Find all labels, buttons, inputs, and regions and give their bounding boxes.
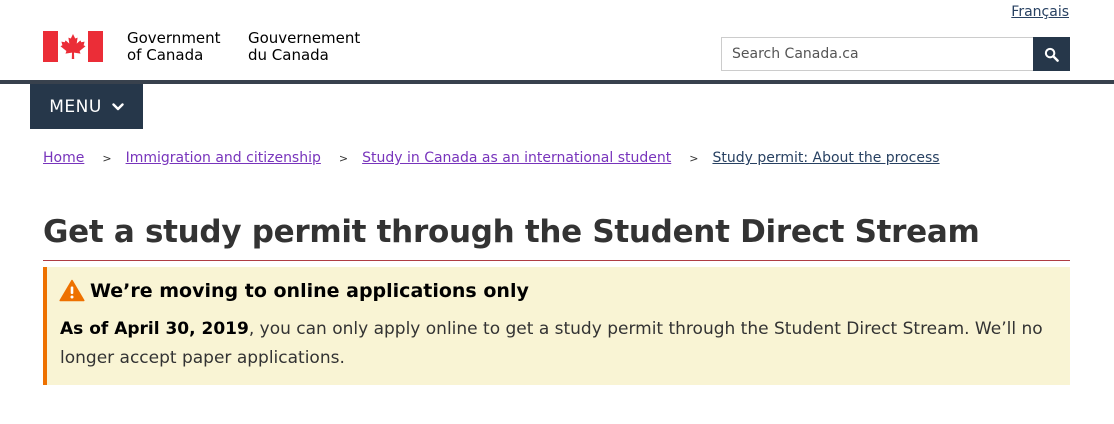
page-title: Get a study permit through the Student D… — [43, 214, 980, 250]
site-header: Government of Canada Gouvernement du Can… — [0, 0, 1114, 84]
breadcrumb-separator: > — [102, 151, 112, 165]
title-underline — [43, 260, 1070, 261]
warning-alert: We’re moving to online applications only… — [43, 267, 1070, 385]
search-input[interactable] — [721, 37, 1033, 71]
signature-french: Gouvernement du Canada — [248, 29, 361, 64]
breadcrumb-study-in-canada[interactable]: Study in Canada as an international stud… — [362, 150, 671, 166]
breadcrumb-immigration-citizenship[interactable]: Immigration and citizenship — [126, 150, 321, 166]
alert-date: As of April 30, 2019 — [60, 319, 249, 339]
search-icon — [1044, 47, 1059, 62]
breadcrumb-separator: > — [338, 151, 349, 165]
breadcrumb-separator: > — [689, 151, 699, 165]
breadcrumb: Home > Immigration and citizenship > Stu… — [43, 150, 940, 166]
breadcrumb-study-permit[interactable]: Study permit: About the process — [712, 150, 939, 166]
alert-title: We’re moving to online applications only — [90, 279, 529, 302]
menu-button[interactable]: MENU — [30, 84, 143, 129]
breadcrumb-home[interactable]: Home — [43, 150, 84, 166]
search-form — [721, 37, 1070, 71]
chevron-down-icon — [112, 102, 124, 110]
canada-flag-icon — [43, 31, 103, 62]
alert-body: As of April 30, 2019, you can only apply… — [60, 315, 1050, 373]
alert-header: We’re moving to online applications only — [59, 279, 529, 302]
warning-icon — [59, 279, 85, 302]
signature-english: Government of Canada — [127, 29, 221, 64]
menu-label: MENU — [49, 96, 102, 117]
header-divider — [0, 80, 1114, 84]
search-button[interactable] — [1033, 37, 1070, 71]
